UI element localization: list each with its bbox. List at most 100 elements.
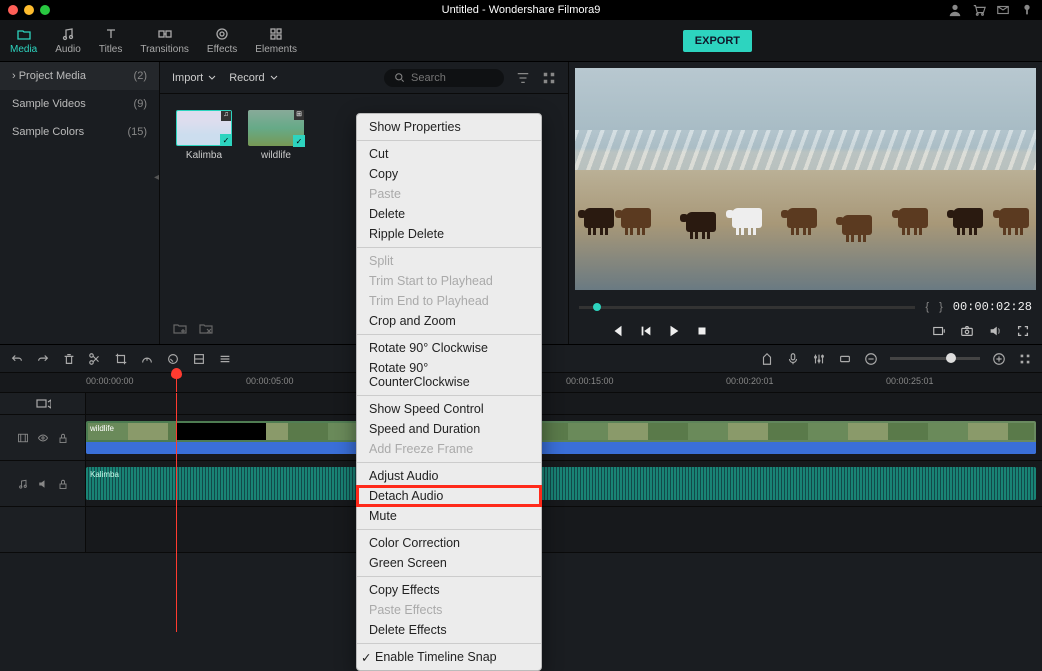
zoom-slider[interactable] — [890, 357, 980, 360]
main-tabs: Media Audio Titles Transitions Effects Elemen… — [10, 26, 297, 55]
menu-item-detach-audio[interactable]: Detach Audio — [357, 486, 541, 506]
menu-item-cut[interactable]: Cut — [357, 144, 541, 164]
play-button[interactable] — [667, 324, 681, 338]
menu-item-color-correction[interactable]: Color Correction — [357, 533, 541, 553]
stop-button[interactable] — [695, 324, 709, 338]
media-toolbar: Import Record — [160, 62, 568, 94]
track-manager-button[interactable] — [0, 393, 86, 414]
split-icon[interactable] — [88, 352, 102, 366]
lock-icon[interactable] — [57, 478, 69, 490]
playhead[interactable] — [176, 373, 177, 392]
preview-video[interactable] — [575, 68, 1036, 290]
audio-track-body[interactable]: Kalimba — [86, 461, 1042, 506]
media-sidebar: › Project Media(2)Sample Videos(9)Sample… — [0, 62, 160, 344]
filter-icon[interactable] — [516, 71, 530, 85]
tab-audio[interactable]: Audio — [55, 26, 81, 55]
menu-item-crop-and-zoom[interactable]: Crop and Zoom — [357, 311, 541, 331]
video-clip[interactable]: wildlife — [86, 421, 1036, 454]
sidebar-item-project-media[interactable]: › Project Media(2) — [0, 62, 159, 90]
delete-icon[interactable] — [62, 352, 76, 366]
media-thumb-kalimba[interactable]: ♫✓Kalimba — [176, 110, 232, 161]
tab-transitions[interactable]: Transitions — [140, 26, 189, 55]
greenscreen-icon[interactable] — [192, 352, 206, 366]
marker-icon[interactable] — [760, 352, 774, 366]
mute-icon[interactable] — [37, 478, 49, 490]
sidebar-item-sample-videos[interactable]: Sample Videos(9) — [0, 90, 159, 118]
menu-separator — [357, 140, 541, 141]
empty-track-body[interactable] — [86, 507, 1042, 552]
grid-view-icon[interactable] — [542, 71, 556, 85]
menu-item-green-screen[interactable]: Green Screen — [357, 553, 541, 573]
volume-icon[interactable] — [988, 324, 1002, 338]
preview-right-tools — [932, 324, 1030, 338]
ruler-tick: 00:00:20:01 — [726, 376, 774, 386]
lock-icon[interactable] — [57, 432, 69, 444]
menu-item-show-speed-control[interactable]: Show Speed Control — [357, 399, 541, 419]
zoom-in-icon[interactable] — [992, 352, 1006, 366]
minimize-window-button[interactable] — [24, 5, 34, 15]
menu-item-enable-timeline-snap[interactable]: Enable Timeline Snap — [357, 647, 541, 667]
export-button[interactable]: EXPORT — [683, 30, 752, 52]
mixer-icon[interactable] — [812, 352, 826, 366]
tab-elements[interactable]: Elements — [255, 26, 297, 55]
audio-icon — [60, 26, 76, 42]
mic-icon[interactable] — [786, 352, 800, 366]
media-thumb-wildlife[interactable]: ⊞✓wildlife — [248, 110, 304, 161]
zoom-handle[interactable] — [946, 353, 956, 363]
quality-icon[interactable] — [932, 324, 946, 338]
menu-item-rotate-90-counterclockwise[interactable]: Rotate 90° CounterClockwise — [357, 358, 541, 392]
mail-icon[interactable] — [996, 3, 1010, 17]
import-dropdown[interactable]: Import — [172, 72, 217, 84]
visibility-icon[interactable] — [37, 432, 49, 444]
close-window-button[interactable] — [8, 5, 18, 15]
clip-context-menu: Show PropertiesCutCopyPasteDeleteRipple … — [356, 113, 542, 671]
menu-item-delete[interactable]: Delete — [357, 204, 541, 224]
settings-icon[interactable] — [218, 352, 232, 366]
progress-thumb[interactable] — [593, 303, 601, 311]
playhead-line[interactable] — [176, 393, 177, 632]
undo-icon[interactable] — [10, 352, 24, 366]
audio-clip[interactable]: Kalimba — [86, 467, 1036, 500]
collapse-sidebar-icon[interactable]: ◂ — [154, 172, 159, 183]
speed-icon[interactable] — [140, 352, 154, 366]
menu-item-show-properties[interactable]: Show Properties — [357, 117, 541, 137]
prev-frame-button[interactable] — [611, 324, 625, 338]
delete-folder-icon[interactable] — [198, 320, 214, 336]
menu-item-speed-and-duration[interactable]: Speed and Duration — [357, 419, 541, 439]
crop-icon[interactable] — [114, 352, 128, 366]
menu-item-copy-effects[interactable]: Copy Effects — [357, 580, 541, 600]
menu-item-add-freeze-frame: Add Freeze Frame — [357, 439, 541, 459]
menu-item-copy[interactable]: Copy — [357, 164, 541, 184]
step-back-button[interactable] — [639, 324, 653, 338]
menu-item-adjust-audio[interactable]: Adjust Audio — [357, 466, 541, 486]
maximize-window-button[interactable] — [40, 5, 50, 15]
mark-in-icon[interactable]: { — [925, 301, 929, 313]
add-folder-icon[interactable] — [172, 320, 188, 336]
tab-effects[interactable]: Effects — [207, 26, 237, 55]
check-icon: ✓ — [293, 135, 305, 147]
cart-icon[interactable] — [972, 3, 986, 17]
search-input[interactable] — [411, 72, 481, 84]
track-size-icon[interactable] — [1018, 352, 1032, 366]
preview-progress-bar[interactable] — [579, 306, 915, 309]
tab-media[interactable]: Media — [10, 26, 37, 55]
audio-clip-label: Kalimba — [90, 470, 119, 479]
zoom-out-icon[interactable] — [864, 352, 878, 366]
keyframe-icon[interactable] — [838, 352, 852, 366]
redo-icon[interactable] — [36, 352, 50, 366]
sidebar-item-sample-colors[interactable]: Sample Colors(15) — [0, 118, 159, 146]
mark-out-icon[interactable]: } — [939, 301, 943, 313]
menu-item-mute[interactable]: Mute — [357, 506, 541, 526]
menu-item-rotate-90-clockwise[interactable]: Rotate 90° Clockwise — [357, 338, 541, 358]
color-icon[interactable] — [166, 352, 180, 366]
user-icon[interactable] — [948, 3, 962, 17]
tab-titles[interactable]: Titles — [99, 26, 123, 55]
video-track-body[interactable]: wildlife — [86, 415, 1042, 460]
menu-item-delete-effects[interactable]: Delete Effects — [357, 620, 541, 640]
record-dropdown[interactable]: Record — [229, 72, 278, 84]
snapshot-icon[interactable] — [960, 324, 974, 338]
notification-icon[interactable] — [1020, 3, 1034, 17]
fullscreen-icon[interactable] — [1016, 324, 1030, 338]
menu-item-ripple-delete[interactable]: Ripple Delete — [357, 224, 541, 244]
search-input-container[interactable] — [384, 69, 504, 87]
